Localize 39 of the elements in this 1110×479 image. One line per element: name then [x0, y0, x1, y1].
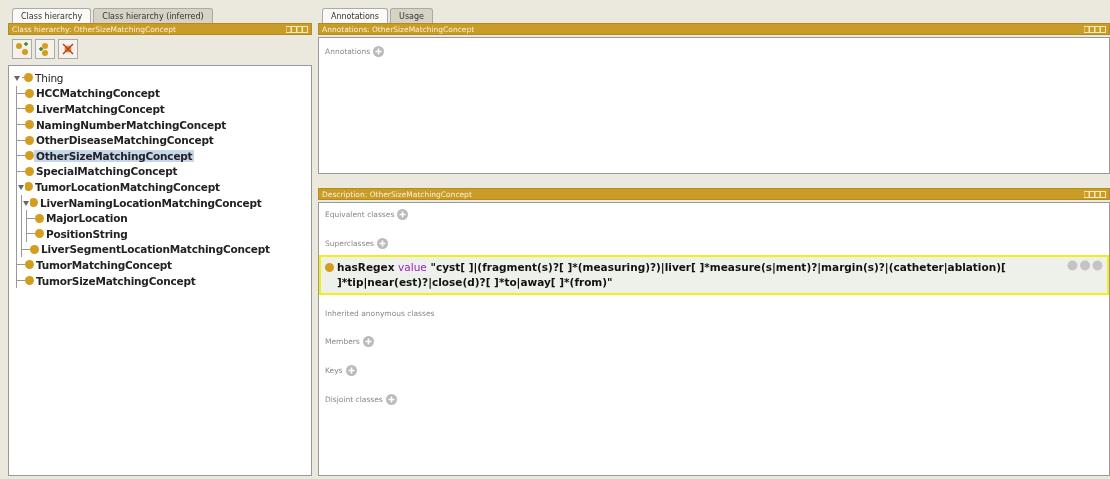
- add-icon[interactable]: [385, 394, 397, 405]
- add-icon[interactable]: [373, 46, 385, 57]
- tab[interactable]: Annotations: [322, 8, 389, 23]
- tree-item[interactable]: Thing: [33, 71, 66, 84]
- tab[interactable]: Class hierarchy (inferred): [93, 8, 213, 23]
- tree-item[interactable]: LiverSegmentLocationMatchingConcept: [39, 243, 272, 256]
- add-subclass-button[interactable]: [12, 39, 32, 59]
- add-icon[interactable]: [362, 336, 374, 347]
- add-icon[interactable]: [376, 238, 388, 249]
- window-controls-icon[interactable]: [286, 25, 308, 33]
- tree-item[interactable]: TumorSizeMatchingConcept: [34, 274, 198, 287]
- tree-item[interactable]: NamingNumberMatchingConcept: [34, 118, 229, 131]
- axiom-actions-icon[interactable]: [1067, 260, 1103, 271]
- tree-item[interactable]: HCCMatchingConcept: [34, 87, 162, 100]
- collapse-arrow-icon[interactable]: [17, 182, 25, 191]
- tree-item[interactable]: TumorLocationMatchingConcept: [33, 180, 222, 193]
- collapse-arrow-icon[interactable]: [13, 73, 21, 82]
- add-icon[interactable]: [397, 209, 409, 220]
- tab[interactable]: Usage: [390, 8, 433, 23]
- tree-item[interactable]: PositionString: [44, 227, 130, 240]
- tree-item[interactable]: LiverMatchingConcept: [34, 103, 167, 115]
- add-sibling-button[interactable]: [35, 39, 55, 59]
- axiom-row[interactable]: hasRegex value "cyst[ ]|(fragment(s)?[ ]*(measuring)?)|liver[ ]*measure(s|ment)?|margin(s)?|(catheter|ablation)[ ]*tip|near(est)?|close(d)?[ ]*to|away[ ]*(from)": [319, 255, 1109, 295]
- tree-item[interactable]: TumorMatchingConcept: [34, 258, 174, 271]
- window-controls-icon[interactable]: [1084, 25, 1106, 33]
- delete-class-button[interactable]: [58, 39, 78, 59]
- class-icon: [325, 263, 334, 272]
- add-icon[interactable]: [345, 365, 357, 376]
- tab[interactable]: Class hierarchy: [12, 8, 92, 23]
- window-controls-icon[interactable]: [1084, 190, 1106, 198]
- delete-icon: [61, 42, 75, 56]
- tree-item[interactable]: LiverNamingLocationMatchingConcept: [38, 196, 264, 209]
- tree-item[interactable]: MajorLocation: [44, 212, 130, 225]
- add-subclass-icon: [15, 42, 29, 56]
- tree-item[interactable]: OtherSizeMatchingConcept: [34, 149, 195, 162]
- collapse-arrow-icon[interactable]: [22, 198, 30, 207]
- axiom-text: hasRegex value "cyst[ ]|(fragment(s)?[ ]*(measuring)?)|liver[ ]*measure(s|ment)?|margin(s)?|(catheter|ablation)[ ]*tip|near(est)?|close(d)?[ ]*to|away[ ]*(from)": [337, 260, 1007, 290]
- tree-item[interactable]: OtherDiseaseMatchingConcept: [34, 134, 216, 147]
- tree-item[interactable]: SpecialMatchingConcept: [34, 165, 180, 178]
